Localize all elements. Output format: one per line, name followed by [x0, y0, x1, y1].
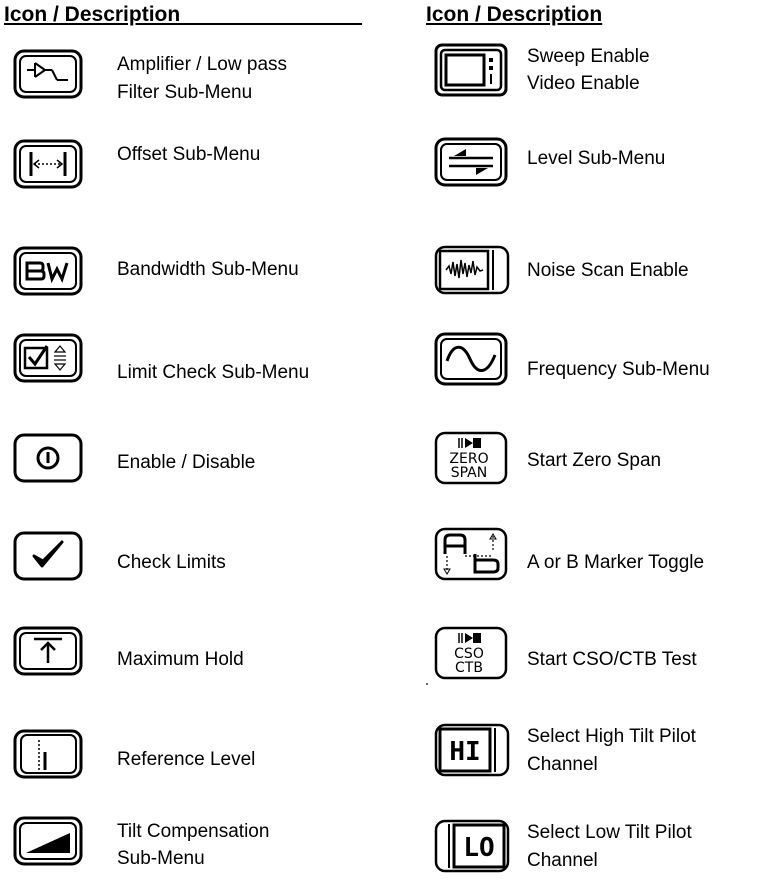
checkmark-icon: [12, 530, 84, 581]
limit-check-icon: [12, 332, 84, 383]
cso-ctb-icon: CSO CTB: [433, 625, 508, 680]
label-high-tilt-line1: Select High Tilt Pilot: [527, 726, 696, 747]
label-amplifier-line2: Filter Sub-Menu: [117, 82, 253, 103]
offset-icon: [12, 138, 84, 189]
bandwidth-icon: [12, 245, 84, 296]
label-enable-disable: Enable / Disable: [117, 452, 256, 473]
label-high-tilt-line2: Channel: [527, 754, 598, 775]
label-amplifier-line1: Amplifier / Low pass: [117, 54, 288, 75]
ctb-text: CTB: [455, 660, 483, 676]
label-sweep-enable: Sweep Enable: [527, 46, 650, 67]
max-hold-icon: [12, 625, 84, 676]
right-column-header: Icon / Description: [426, 3, 603, 26]
span-text: SPAN: [451, 465, 487, 481]
tilt-compensation-icon: [12, 815, 84, 866]
label-bandwidth: Bandwidth Sub-Menu: [117, 259, 299, 280]
level-icon: [433, 136, 508, 187]
label-level: Level Sub-Menu: [527, 148, 666, 169]
sine-wave-icon: [433, 331, 508, 386]
tv-monitor-icon: [433, 42, 508, 97]
hi-text: HI: [449, 737, 480, 767]
amplifier-lowpass-filter-icon: [12, 48, 84, 99]
ab-marker-icon: [433, 526, 508, 581]
label-zero-span: Start Zero Span: [527, 450, 662, 471]
reference-level-icon: [12, 728, 84, 779]
label-limit-check: Limit Check Sub-Menu: [117, 362, 310, 383]
lo-text: LO: [463, 833, 494, 863]
label-noise-scan: Noise Scan Enable: [527, 260, 689, 281]
header-underline: [180, 3, 363, 25]
lo-icon: LO: [433, 818, 510, 873]
label-frequency: Frequency Sub-Menu: [527, 359, 710, 380]
label-maximum-hold: Maximum Hold: [117, 649, 244, 670]
label-low-tilt-line2: Channel: [527, 850, 598, 871]
label-check-limits: Check Limits: [117, 552, 226, 573]
zero-span-icon: ZERO SPAN: [433, 430, 508, 485]
left-column-header: Icon / Description: [4, 2, 420, 28]
hi-icon: HI: [433, 722, 510, 777]
label-tilt-compensation-line2: Sub-Menu: [117, 848, 205, 869]
left-header-text: Icon / Description: [4, 3, 181, 26]
label-reference-level: Reference Level: [117, 749, 256, 770]
noise-scan-icon: [433, 244, 510, 295]
power-icon: [12, 432, 84, 483]
label-cso-ctb: Start CSO/CTB Test: [527, 649, 697, 670]
label-low-tilt-line1: Select Low Tilt Pilot: [527, 822, 692, 843]
label-tilt-compensation-line1: Tilt Compensation: [117, 821, 270, 842]
label-offset: Offset Sub-Menu: [117, 144, 261, 165]
stray-dot: [426, 683, 428, 685]
label-ab-marker: A or B Marker Toggle: [527, 552, 705, 573]
label-video-enable: Video Enable: [527, 73, 640, 94]
